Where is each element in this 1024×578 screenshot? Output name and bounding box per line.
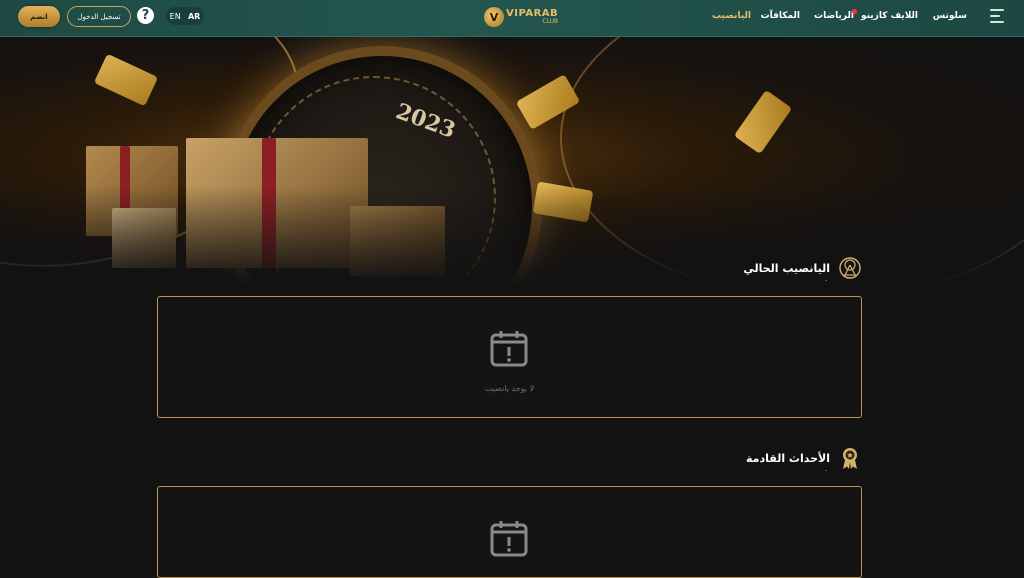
nav-item-bonuses[interactable]: المكافآت bbox=[761, 11, 800, 21]
calendar-alert-icon bbox=[490, 521, 528, 557]
logo-emblem-icon: V bbox=[484, 7, 504, 27]
site-logo[interactable]: V VIPARAB CLUB bbox=[484, 4, 558, 30]
section-subtitle: - bbox=[825, 467, 828, 474]
nav-item-live-casino[interactable]: اللايف كازينو bbox=[861, 11, 918, 21]
nav-item-slots[interactable]: سلوتس bbox=[933, 11, 967, 21]
upcoming-events-header: الأحداث القادمة bbox=[746, 446, 862, 470]
nav-item-lottery[interactable]: اليانصيب bbox=[712, 11, 751, 21]
empty-state-text: لا يوجد يانصيب bbox=[484, 384, 535, 393]
menu-icon[interactable] bbox=[990, 9, 1004, 25]
section-subtitle: - bbox=[825, 277, 828, 284]
top-header: انضم تسجيل الدخول ? EN AR V VIPARAB CLUB… bbox=[0, 0, 1024, 37]
section-title: اليانصيب الحالي bbox=[743, 261, 830, 275]
award-medal-icon bbox=[843, 448, 857, 469]
calendar-alert-icon bbox=[490, 331, 528, 367]
hero-banner: 2023 bbox=[0, 36, 1024, 286]
sports-notification-badge bbox=[852, 9, 857, 14]
section-title: الأحداث القادمة bbox=[746, 451, 830, 465]
ferris-wheel-icon bbox=[839, 257, 861, 279]
lang-ar-option[interactable]: AR bbox=[188, 12, 200, 21]
join-button[interactable]: انضم bbox=[18, 6, 60, 27]
logo-subtext: CLUB bbox=[542, 18, 559, 25]
language-switcher[interactable]: EN AR bbox=[166, 7, 204, 25]
upcoming-events-panel bbox=[157, 486, 862, 578]
nav-item-sports[interactable]: الرياضات bbox=[814, 11, 854, 21]
help-icon[interactable]: ? bbox=[137, 7, 154, 24]
lang-en-option[interactable]: EN bbox=[170, 12, 181, 21]
current-lottery-header: اليانصيب الحالي bbox=[743, 256, 862, 280]
current-lottery-panel: لا يوجد يانصيب bbox=[157, 296, 862, 418]
login-button[interactable]: تسجيل الدخول bbox=[67, 6, 131, 27]
